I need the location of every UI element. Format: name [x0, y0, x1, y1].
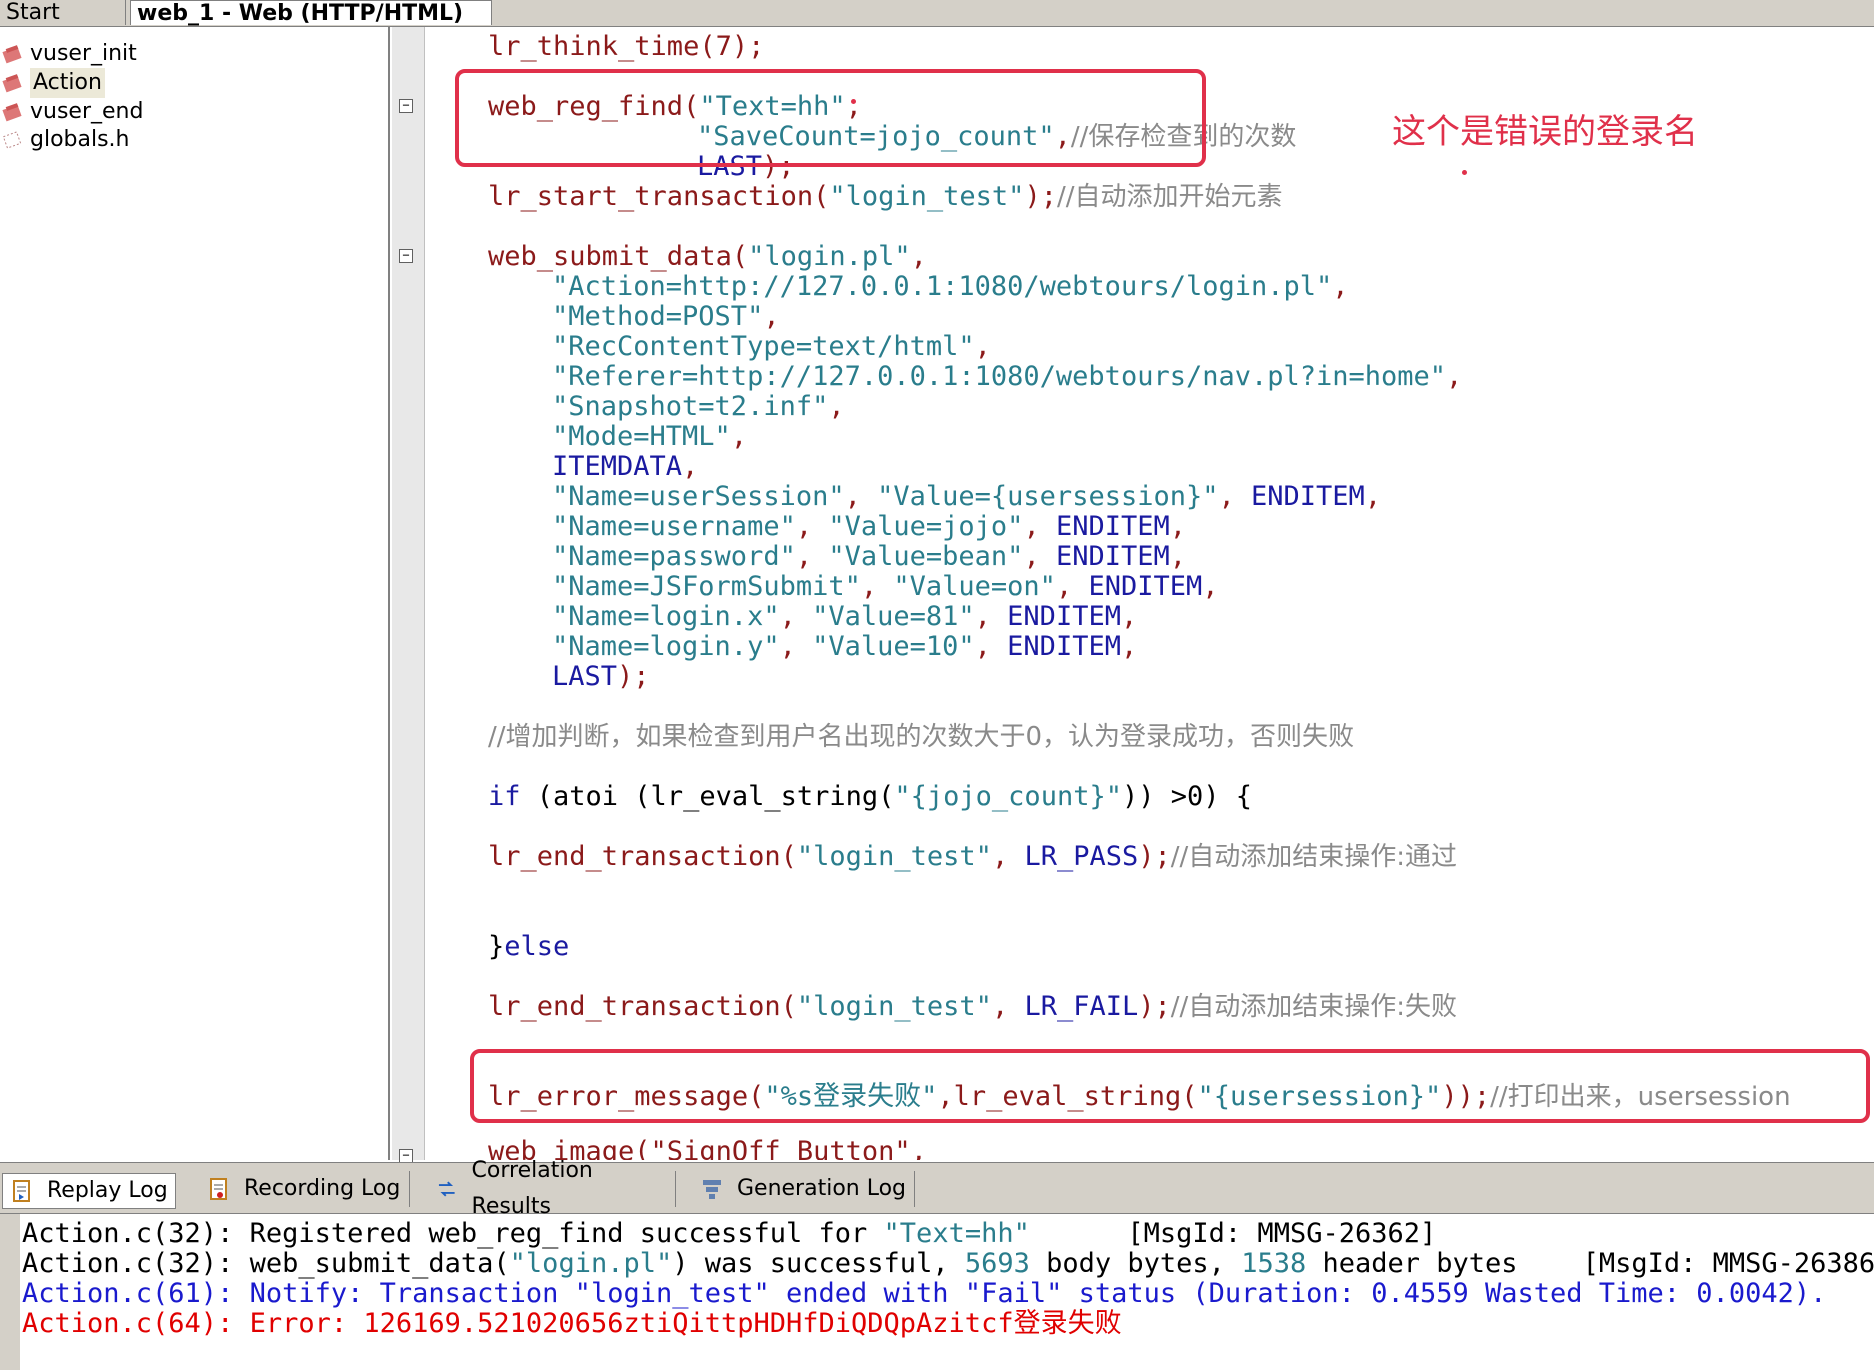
code-line: lr_end_transaction("login_test", LR_PASS… — [488, 841, 1458, 873]
log-line: Action.c(32): Registered web_reg_find su… — [22, 1218, 1437, 1249]
generation-log-icon — [703, 1180, 721, 1199]
code-line: "Name=username", "Value=jojo", ENDITEM, — [552, 511, 1187, 542]
document-tabbar: Start Page web_1 - Web (HTTP/HTML) — [0, 0, 1874, 50]
tab-replay-log[interactable]: Replay Log — [2, 1173, 176, 1209]
fold-toggle-icon[interactable]: − — [399, 99, 413, 113]
red-dot — [851, 99, 856, 104]
code-line: web_submit_data("login.pl", — [488, 241, 927, 272]
code-line: lr_think_time(7); — [488, 31, 765, 62]
correlation-icon — [438, 1181, 455, 1197]
code-line: "Snapshot=t2.inf", — [552, 391, 845, 422]
code-line: "Name=password", "Value=bean", ENDITEM, — [552, 541, 1187, 572]
code-line: lr_start_transaction("login_test");//自动添… — [488, 181, 1283, 213]
editor-gutter: − − − — [392, 27, 425, 1163]
fold-toggle-icon[interactable]: − — [399, 1149, 413, 1163]
tab-recording-log[interactable]: Recording Log — [200, 1171, 410, 1207]
highlight-box-reg-find — [455, 69, 1206, 167]
script-file-icon — [2, 45, 22, 64]
tab-web-1[interactable]: web_1 - Web (HTTP/HTML) — [130, 0, 492, 26]
tab-start-page[interactable]: Start Page — [0, 0, 126, 50]
replay-log-icon — [13, 1180, 30, 1202]
header-file-icon — [2, 131, 22, 149]
code-comment: //增加判断，如果检查到用户名出现的次数大于0，认为登录成功，否则失败 — [488, 722, 1355, 752]
code-line: "RecContentType=text/html", — [552, 331, 991, 362]
code-line: "Method=POST", — [552, 301, 780, 332]
output-tabbar: Replay Log Recording Log Correlation Res… — [0, 1158, 1874, 1219]
code-line: "Name=login.y", "Value=10", ENDITEM, — [552, 631, 1138, 662]
tree-item-vuser-init[interactable]: vuser_init — [2, 39, 137, 69]
code-line: ITEMDATA, — [552, 451, 699, 482]
log-line-error: Action.c(64): Error: 126169.521020656zti… — [22, 1308, 1122, 1339]
code-line: "Referer=http://127.0.0.1:1080/webtours/… — [552, 361, 1463, 392]
log-line-notify: Action.c(61): Notify: Transaction "login… — [22, 1278, 1827, 1309]
code-line: }else — [488, 931, 570, 962]
red-dot — [1462, 170, 1467, 175]
tree-item-globals-h[interactable]: globals.h — [2, 125, 130, 155]
code-line: "Name=userSession", "Value={usersession}… — [552, 481, 1382, 512]
code-line: LAST); — [552, 661, 650, 692]
script-file-icon — [2, 74, 22, 93]
script-tree: vuser_init Action vuser_end globals.h — [0, 27, 390, 1160]
tree-item-action[interactable]: Action — [2, 68, 105, 98]
replay-log-output[interactable]: Action.c(32): Registered web_reg_find su… — [0, 1214, 1874, 1370]
code-line: "Name=JSFormSubmit", "Value=on", ENDITEM… — [552, 571, 1219, 602]
annotation-text: 这个是错误的登录名 — [1392, 112, 1698, 152]
code-line: "Mode=HTML", — [552, 421, 748, 452]
log-line: Action.c(32): web_submit_data("login.pl"… — [22, 1248, 1874, 1279]
code-line: lr_end_transaction("login_test", LR_FAIL… — [488, 991, 1458, 1023]
code-editor[interactable]: lr_think_time(7); web_reg_find("Text=hh"… — [425, 27, 1874, 1160]
fold-toggle-icon[interactable]: − — [399, 249, 413, 263]
highlight-box-error-message — [470, 1049, 1870, 1123]
script-file-icon — [2, 103, 22, 122]
code-line: "Name=login.x", "Value=81", ENDITEM, — [552, 601, 1138, 632]
tab-correlation-results[interactable]: Correlation Results — [428, 1158, 676, 1219]
code-line: if (atoi (lr_eval_string("{jojo_count}")… — [488, 781, 1253, 812]
code-line: "Action=http://127.0.0.1:1080/webtours/l… — [552, 271, 1349, 302]
recording-log-icon — [210, 1178, 227, 1200]
tab-generation-log[interactable]: Generation Log — [693, 1171, 915, 1207]
tree-item-vuser-end[interactable]: vuser_end — [2, 97, 143, 127]
